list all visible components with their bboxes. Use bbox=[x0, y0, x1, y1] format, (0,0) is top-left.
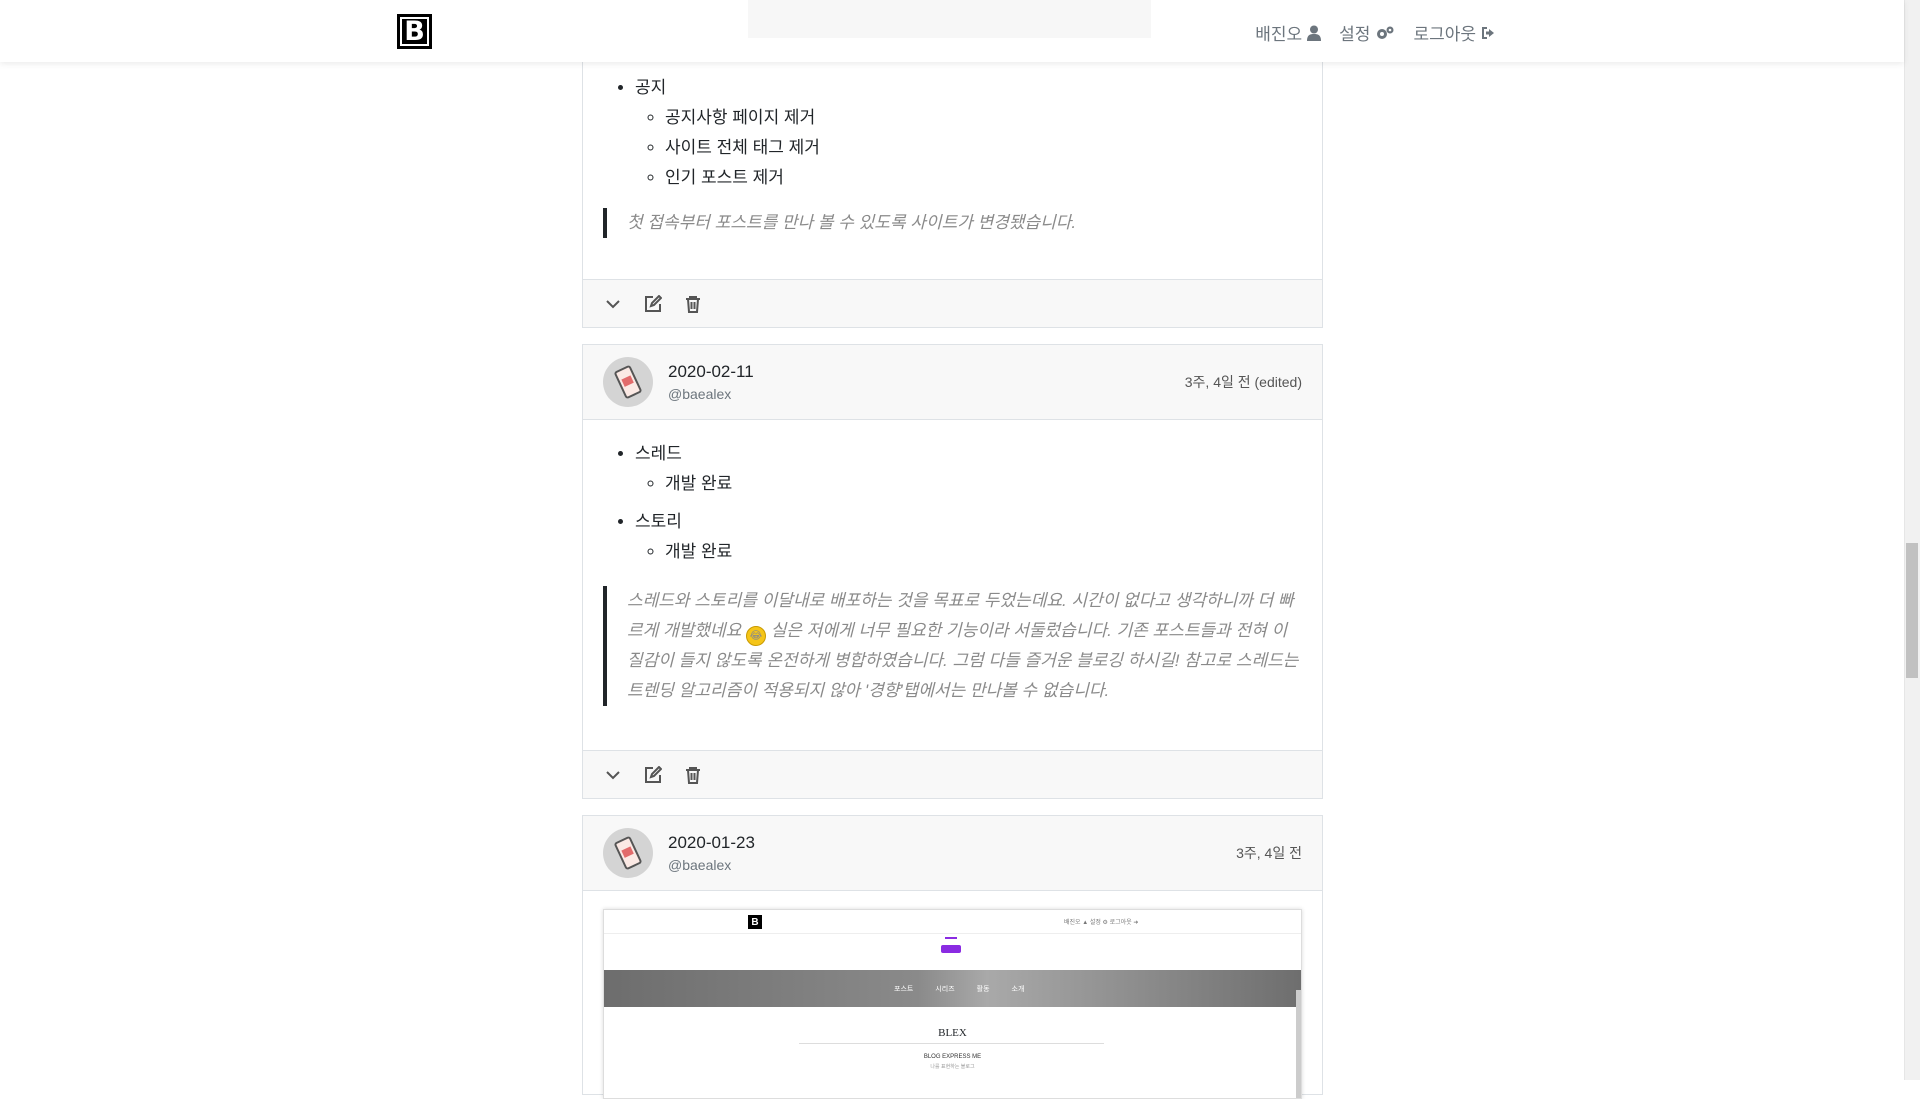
mini-tab: 활동 bbox=[976, 986, 990, 993]
mini-tab: 소개 bbox=[1011, 986, 1025, 993]
post-card: 2020-01-23 @baealex 3주, 4일 전 B 배진오 ▲ 설정 … bbox=[582, 815, 1323, 1099]
site-logo[interactable]: B bbox=[397, 14, 432, 49]
post-header: 2020-02-11 @baealex 3주, 4일 전 (edited) bbox=[583, 345, 1322, 420]
nav-settings-link[interactable]: 설정 bbox=[1339, 20, 1395, 45]
post-footer bbox=[583, 279, 1322, 327]
gears-icon bbox=[1377, 26, 1394, 39]
post-date[interactable]: 2020-02-11 bbox=[668, 362, 754, 382]
sub-list: 개발 완료 bbox=[635, 472, 1302, 496]
sign-out-icon bbox=[1482, 26, 1494, 39]
post-username[interactable]: @baealex bbox=[668, 857, 731, 873]
mini-menu-icon bbox=[941, 945, 961, 953]
sub-list-item: 인기 포스트 제거 bbox=[665, 166, 1302, 190]
post-date[interactable]: 2020-01-23 bbox=[668, 833, 755, 853]
list-item: 스토리 개발 완료 bbox=[635, 510, 1302, 564]
mini-tab: 포스트 bbox=[894, 986, 914, 993]
sub-list: 공지사항 페이지 제거 사이트 전체 태그 제거 인기 포스트 제거 bbox=[635, 106, 1302, 190]
list-item-text: 스토리 bbox=[635, 512, 682, 531]
mini-title: BLEX bbox=[938, 1027, 967, 1039]
mini-scrollbar bbox=[1296, 990, 1301, 1098]
list-item-text: 공지 bbox=[635, 78, 667, 97]
mini-divider bbox=[604, 933, 1301, 934]
nav-logout-label: 로그아웃 bbox=[1413, 25, 1476, 44]
post-timestamp: 3주, 4일 전 (edited) bbox=[1184, 374, 1302, 390]
mini-subtitle-2: 나를 표현하는 블로그 bbox=[930, 1064, 975, 1070]
mini-tabs: 포스트 시리즈 활동 소개 bbox=[894, 984, 1024, 994]
sub-list: 개발 완료 bbox=[635, 540, 1302, 564]
list-item-text: 스레드 bbox=[635, 444, 682, 463]
mini-subtitle: BLOG EXPRESS ME bbox=[923, 1054, 982, 1060]
post-header: 2020-01-23 @baealex 3주, 4일 전 bbox=[583, 816, 1322, 891]
post-timestamp: 3주, 4일 전 bbox=[1236, 845, 1302, 861]
top-navbar: B 배진오 설정 로그아웃 bbox=[0, 0, 1904, 62]
header-preview-strip bbox=[748, 0, 1151, 38]
post-quote: 첫 접속부터 포스트를 만나 볼 수 있도록 사이트가 변경됐습니다. bbox=[603, 208, 1302, 238]
sub-list-item: 개발 완료 bbox=[665, 472, 1302, 496]
mini-tab: 시리즈 bbox=[935, 986, 955, 993]
sub-list-item: 사이트 전체 태그 제거 bbox=[665, 136, 1302, 160]
post-body: 스레드 개발 완료 스토리 개발 완료 스레드와 스토리를 이달내로 배포하는 … bbox=[583, 420, 1322, 726]
trash-icon[interactable] bbox=[683, 294, 703, 314]
sub-list-item: 개발 완료 bbox=[665, 540, 1302, 564]
avatar[interactable] bbox=[603, 828, 653, 878]
mini-nav-text: 배진오 ▲ 설정 ⚙ 로그아웃 ➜ bbox=[1064, 920, 1139, 926]
post-card: 2020-02-11 @baealex 3주, 4일 전 (edited) 스레… bbox=[582, 344, 1323, 799]
trash-icon[interactable] bbox=[683, 765, 703, 785]
list-item: 스레드 개발 완료 bbox=[635, 442, 1302, 496]
mini-accent-bar bbox=[945, 937, 957, 939]
mini-rule bbox=[799, 1043, 1104, 1044]
post-quote: 스레드와 스토리를 이달내로 배포하는 것을 목표로 두었는데요. 시간이 없다… bbox=[603, 586, 1302, 706]
post-screenshot-image: B 배진오 ▲ 설정 ⚙ 로그아웃 ➜ 포스트 시리즈 활동 소개 BLEX B… bbox=[603, 909, 1302, 1099]
post-footer bbox=[583, 750, 1322, 798]
post-list: 스레드 개발 완료 bbox=[603, 442, 1302, 496]
nav-links: 배진오 설정 로그아웃 bbox=[1255, 20, 1497, 45]
sub-list-item: 공지사항 페이지 제거 bbox=[665, 106, 1302, 130]
post-list: 스토리 개발 완료 bbox=[603, 510, 1302, 564]
chevron-down-icon[interactable] bbox=[603, 765, 623, 785]
post-list: 공지 공지사항 페이지 제거 사이트 전체 태그 제거 인기 포스트 제거 bbox=[603, 76, 1302, 190]
edit-icon[interactable] bbox=[643, 765, 663, 785]
nav-settings-label: 설정 bbox=[1339, 25, 1371, 44]
mini-logo: B bbox=[748, 915, 762, 929]
edit-icon[interactable] bbox=[643, 294, 663, 314]
avatar[interactable] bbox=[603, 357, 653, 407]
laughing-emoji-icon: 😂 bbox=[745, 626, 766, 646]
list-item: 공지 공지사항 페이지 제거 사이트 전체 태그 제거 인기 포스트 제거 bbox=[635, 76, 1302, 190]
chevron-down-icon[interactable] bbox=[603, 294, 623, 314]
nav-profile-label: 배진오 bbox=[1255, 25, 1303, 44]
scrollbar-thumb[interactable] bbox=[1906, 543, 1918, 678]
post-username[interactable]: @baealex bbox=[668, 386, 731, 402]
user-icon bbox=[1307, 25, 1322, 41]
nav-profile-link[interactable]: 배진오 bbox=[1255, 20, 1322, 45]
page-scrollbar[interactable] bbox=[1904, 0, 1920, 1080]
nav-logout-link[interactable]: 로그아웃 bbox=[1413, 20, 1497, 45]
